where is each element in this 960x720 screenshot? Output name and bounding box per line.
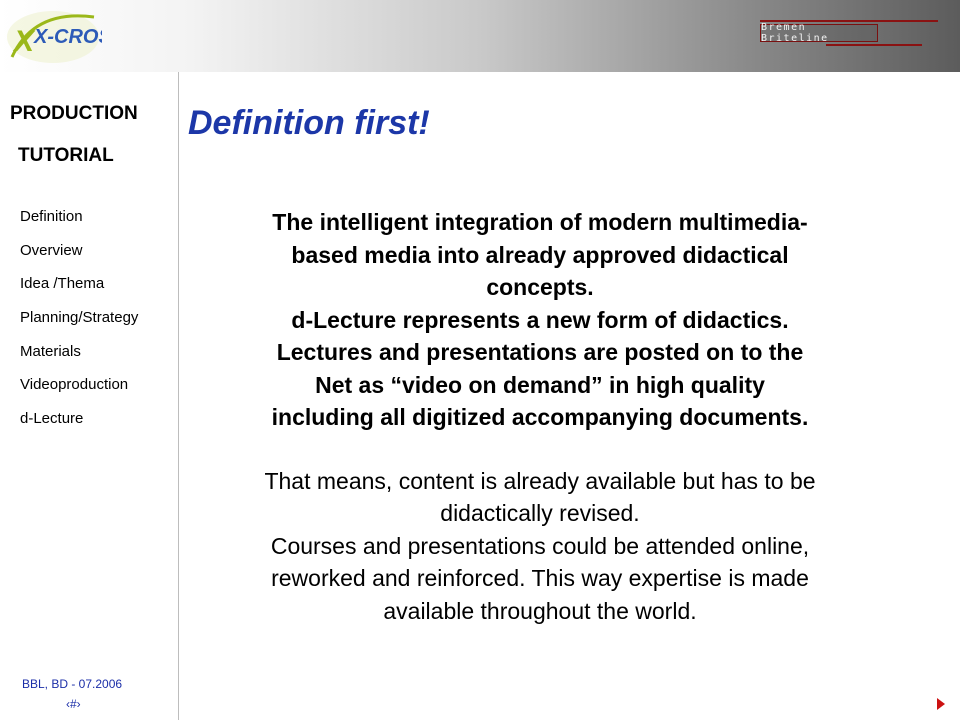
sidebar-item-planning-strategy[interactable]: Planning/Strategy (20, 308, 175, 342)
brand-label: Bremen Briteline (760, 22, 878, 44)
x-cross-logo: X X-CROSS (7, 11, 102, 63)
brand-line-bottom (826, 44, 922, 46)
sidebar-item-materials[interactable]: Materials (20, 342, 175, 376)
sidebar-divider (178, 72, 179, 720)
definition-line: Net as “video on demand” in high quality (315, 371, 765, 398)
explanation-line: available throughout the world. (383, 597, 697, 624)
svg-text:X: X (12, 25, 36, 58)
explanation-line: reworked and reinforced. This way expert… (271, 565, 809, 591)
slide-body: The intelligent integration of modern mu… (204, 206, 876, 627)
definition-line: concepts. (486, 274, 594, 300)
sidebar-item-d-lecture[interactable]: d-Lecture (20, 409, 175, 443)
sidebar-item-videoproduction[interactable]: Videoproduction (20, 375, 175, 409)
sidebar-item-idea-thema[interactable]: Idea /Thema (20, 274, 175, 308)
header-bar: X X-CROSS Bremen Briteline (0, 0, 960, 72)
definition-line: based media into already approved didact… (291, 241, 789, 268)
footer-credit: BBL, BD - 07.2006 (22, 677, 123, 691)
logo-text: X-CROSS (33, 26, 102, 48)
definition-line: including all digitized accompanying doc… (271, 404, 809, 430)
page-number: ‹#› (66, 697, 81, 711)
explanation-line: That means, content is already available… (264, 467, 816, 494)
triangle-right-icon[interactable] (936, 698, 946, 710)
sidebar-item-overview[interactable]: Overview (20, 241, 175, 275)
sidebar-title-line1: PRODUCTION (10, 103, 138, 124)
explanation-line: didactically revised. (440, 500, 640, 526)
slide-title: Definition first! (188, 104, 430, 142)
explanation-line: Courses and presentations could be atten… (270, 532, 810, 559)
sidebar-item-definition[interactable]: Definition (20, 207, 175, 241)
explanation-block: That means, content is already available… (204, 465, 876, 628)
sidebar-nav: Definition Overview Idea /Thema Planning… (20, 207, 175, 443)
definition-line: d-Lecture represents a new form of didac… (291, 306, 789, 333)
definition-block: The intelligent integration of modern mu… (204, 206, 876, 434)
definition-line: The intelligent integration of modern mu… (272, 209, 808, 235)
definition-line: Lectures and presentations are posted on… (276, 339, 804, 365)
sidebar-title-line2: TUTORIAL (18, 145, 114, 166)
